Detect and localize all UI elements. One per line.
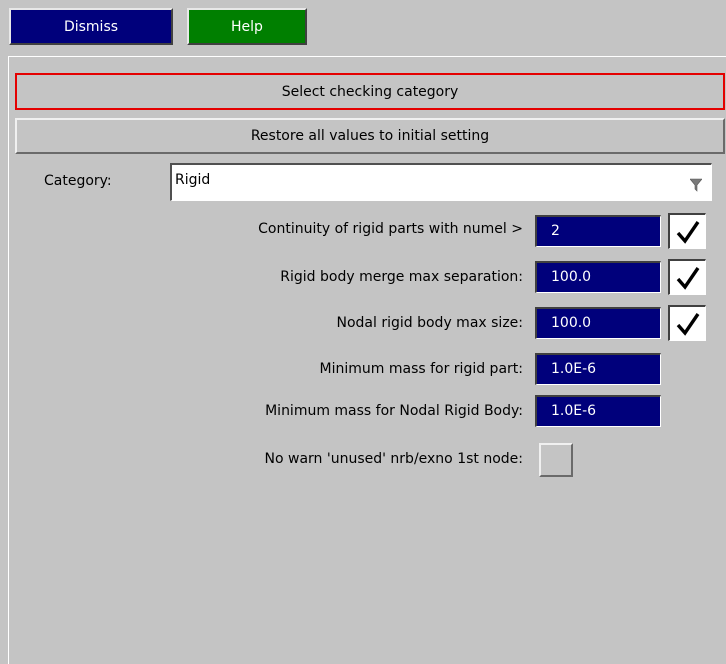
row-min-mass-nrb-label-box: Minimum mass for Nodal Rigid Body: (9, 403, 523, 425)
no-warn-unused-toggle[interactable] (539, 443, 573, 477)
row-merge-label-box: Rigid body merge max separation: (9, 269, 523, 291)
checking-panel: Select checking category Restore all val… (8, 56, 726, 664)
row-nodal-size-label: Nodal rigid body max size: (336, 315, 524, 331)
row-min-mass-nrb-label: Minimum mass for Nodal Rigid Body: (265, 403, 523, 419)
row-no-warn-label: No warn 'unused' nrb/exno 1st node: (264, 451, 523, 467)
toolbar: Dismiss Help (0, 0, 726, 56)
row-min-mass-label-box: Minimum mass for rigid part: (9, 361, 523, 383)
dismiss-button[interactable]: Dismiss (9, 8, 173, 45)
category-value: Rigid (175, 172, 211, 188)
min-mass-rigid-part-input[interactable]: 1.0E-6 (535, 353, 661, 385)
min-mass-nodal-rigid-body-input[interactable]: 1.0E-6 (535, 395, 661, 427)
row-numel-label-box: Continuity of rigid parts with numel > (9, 221, 523, 243)
filter-funnel-icon (690, 178, 702, 192)
category-label: Category: (44, 173, 112, 189)
checkmark-icon (676, 312, 699, 336)
restore-defaults-button[interactable]: Restore all values to initial setting (15, 118, 725, 154)
checkmark-icon (676, 220, 699, 244)
row-merge-label: Rigid body merge max separation: (280, 269, 523, 285)
numel-threshold-input[interactable]: 2 (535, 215, 661, 247)
row-numel-label: Continuity of rigid parts with numel > (258, 221, 523, 237)
nodal-max-size-checkbox[interactable] (668, 305, 706, 341)
nodal-max-size-input[interactable]: 100.0 (535, 307, 661, 339)
row-nodal-size-label-box: Nodal rigid body max size: (9, 315, 524, 337)
merge-separation-checkbox[interactable] (668, 259, 706, 295)
row-min-mass-label: Minimum mass for rigid part: (319, 361, 523, 377)
help-button[interactable]: Help (187, 8, 307, 45)
numel-checkbox[interactable] (668, 213, 706, 249)
category-select[interactable]: Rigid (170, 163, 712, 201)
merge-separation-input[interactable]: 100.0 (535, 261, 661, 293)
row-no-warn-label-box: No warn 'unused' nrb/exno 1st node: (9, 451, 523, 473)
checkmark-icon (676, 266, 699, 290)
select-checking-category-button[interactable]: Select checking category (15, 73, 725, 110)
